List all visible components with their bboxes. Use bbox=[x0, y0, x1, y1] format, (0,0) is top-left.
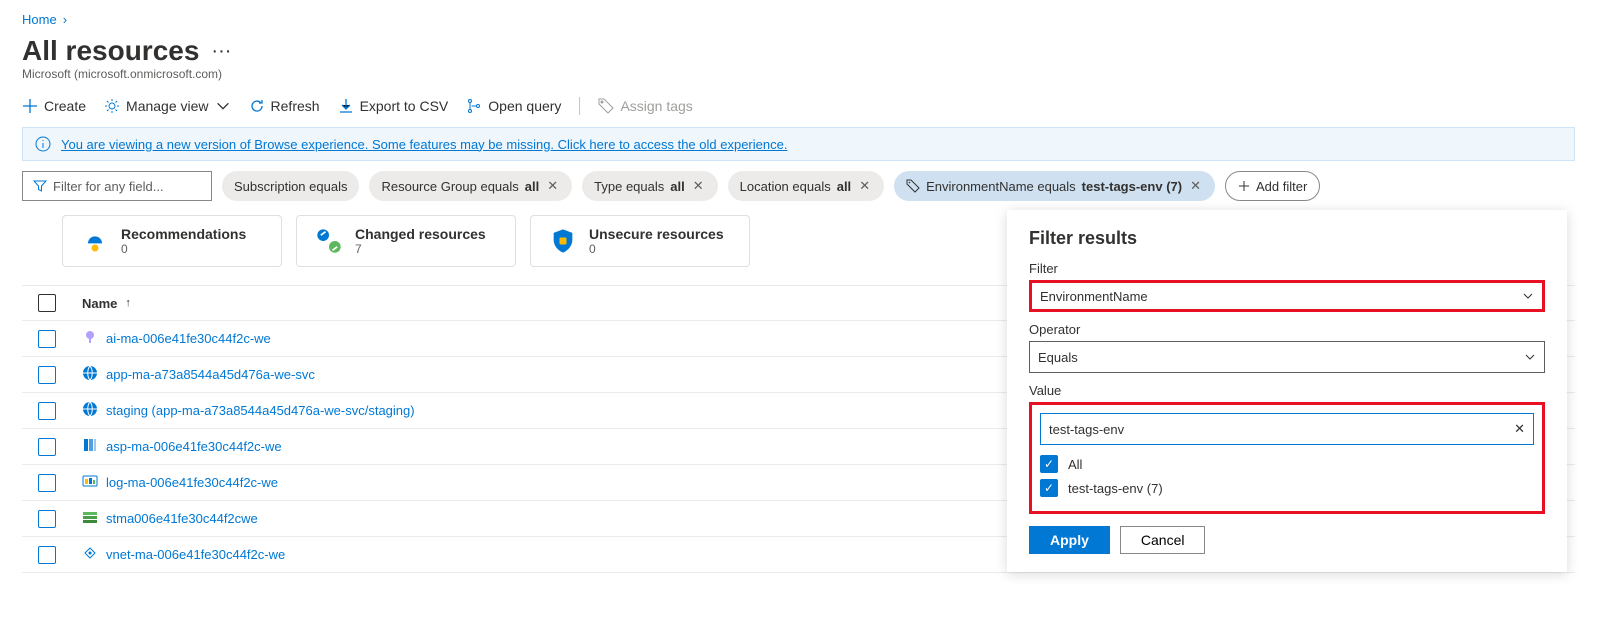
tag-icon bbox=[598, 98, 614, 114]
pill-resource-group[interactable]: Resource Group equals all✕ bbox=[369, 171, 572, 201]
value-input[interactable]: test-tags-env ✕ bbox=[1040, 413, 1534, 445]
tenant-label: Microsoft (microsoft.onmicrosoft.com) bbox=[22, 67, 1575, 81]
pill-environment-name[interactable]: EnvironmentName equals test-tags-env (7)… bbox=[894, 171, 1215, 201]
filter-select[interactable]: EnvironmentName bbox=[1029, 280, 1545, 312]
gear-icon bbox=[104, 98, 120, 114]
close-icon[interactable]: ✕ bbox=[857, 178, 872, 194]
chevron-down-icon bbox=[215, 98, 231, 114]
filter-row: Filter for any field... Subscription equ… bbox=[22, 171, 1575, 201]
filter-icon bbox=[33, 179, 47, 193]
resource-icon bbox=[82, 365, 98, 384]
tag-icon bbox=[906, 179, 920, 193]
refresh-button[interactable]: Refresh bbox=[249, 98, 320, 114]
filter-text-input[interactable]: Filter for any field... bbox=[22, 171, 212, 201]
add-filter-button[interactable]: Add filter bbox=[1225, 171, 1320, 201]
resource-icon bbox=[82, 545, 98, 564]
branch-icon bbox=[466, 98, 482, 114]
recommendations-icon bbox=[81, 227, 109, 255]
info-bar-link[interactable]: You are viewing a new version of Browse … bbox=[61, 137, 787, 152]
clear-icon[interactable]: ✕ bbox=[1514, 421, 1525, 437]
chevron-down-icon bbox=[1524, 351, 1536, 363]
row-checkbox[interactable] bbox=[38, 366, 56, 384]
resource-icon bbox=[82, 329, 98, 348]
pill-subscription[interactable]: Subscription equals bbox=[222, 171, 359, 201]
unsecure-icon bbox=[549, 227, 577, 255]
info-bar: You are viewing a new version of Browse … bbox=[22, 127, 1575, 161]
value-option-all[interactable]: ✓ All bbox=[1040, 455, 1534, 473]
row-checkbox[interactable] bbox=[38, 402, 56, 420]
chevron-down-icon bbox=[1522, 290, 1534, 302]
row-checkbox[interactable] bbox=[38, 546, 56, 564]
filter-results-popout: Filter results Filter EnvironmentName Op… bbox=[1007, 210, 1567, 572]
info-icon bbox=[35, 136, 51, 152]
create-button[interactable]: Create bbox=[22, 98, 86, 114]
popout-title: Filter results bbox=[1029, 228, 1545, 249]
more-icon[interactable]: ··· bbox=[207, 40, 235, 63]
refresh-icon bbox=[249, 98, 265, 114]
close-icon[interactable]: ✕ bbox=[1188, 178, 1203, 194]
resource-link[interactable]: ai-ma-006e41fe30c44f2c-we bbox=[106, 331, 271, 346]
pill-location[interactable]: Location equals all✕ bbox=[728, 171, 884, 201]
row-checkbox[interactable] bbox=[38, 510, 56, 528]
pill-type[interactable]: Type equals all✕ bbox=[582, 171, 717, 201]
page-title: All resources bbox=[22, 35, 199, 67]
plus-icon bbox=[22, 98, 38, 114]
resource-link[interactable]: staging (app-ma-a73a8544a45d476a-we-svc/… bbox=[106, 403, 415, 418]
row-checkbox[interactable] bbox=[38, 330, 56, 348]
chevron-right-icon: › bbox=[63, 12, 67, 27]
resource-icon bbox=[82, 509, 98, 528]
resource-icon bbox=[82, 401, 98, 420]
card-recommendations[interactable]: Recommendations0 bbox=[62, 215, 282, 267]
apply-button[interactable]: Apply bbox=[1029, 526, 1110, 554]
operator-select[interactable]: Equals bbox=[1029, 341, 1545, 373]
sort-asc-icon: ↑ bbox=[125, 297, 131, 309]
row-checkbox[interactable] bbox=[38, 438, 56, 456]
resource-icon bbox=[82, 473, 98, 492]
changed-icon bbox=[315, 227, 343, 255]
separator bbox=[579, 97, 580, 115]
open-query-button[interactable]: Open query bbox=[466, 98, 561, 114]
card-changed[interactable]: Changed resources7 bbox=[296, 215, 516, 267]
value-label: Value bbox=[1029, 383, 1545, 398]
manage-view-button[interactable]: Manage view bbox=[104, 98, 231, 114]
toolbar: Create Manage view Refresh Export to CSV… bbox=[22, 97, 1575, 115]
cancel-button[interactable]: Cancel bbox=[1120, 526, 1206, 554]
row-checkbox[interactable] bbox=[38, 474, 56, 492]
close-icon[interactable]: ✕ bbox=[545, 178, 560, 194]
select-all-checkbox[interactable] bbox=[38, 294, 56, 312]
export-csv-button[interactable]: Export to CSV bbox=[338, 98, 449, 114]
resource-icon bbox=[82, 437, 98, 456]
card-unsecure[interactable]: Unsecure resources0 bbox=[530, 215, 750, 267]
download-icon bbox=[338, 98, 354, 114]
plus-icon bbox=[1238, 180, 1250, 192]
assign-tags-button: Assign tags bbox=[598, 98, 692, 114]
filter-label: Filter bbox=[1029, 261, 1545, 276]
resource-link[interactable]: app-ma-a73a8544a45d476a-we-svc bbox=[106, 367, 315, 382]
checkbox-checked-icon: ✓ bbox=[1040, 479, 1058, 497]
close-icon[interactable]: ✕ bbox=[691, 178, 706, 194]
checkbox-checked-icon: ✓ bbox=[1040, 455, 1058, 473]
operator-label: Operator bbox=[1029, 322, 1545, 337]
resource-link[interactable]: vnet-ma-006e41fe30c44f2c-we bbox=[106, 547, 285, 562]
resource-link[interactable]: stma006e41fe30c44f2cwe bbox=[106, 511, 258, 526]
resource-link[interactable]: asp-ma-006e41fe30c44f2c-we bbox=[106, 439, 282, 454]
breadcrumb-home[interactable]: Home bbox=[22, 12, 57, 27]
breadcrumb: Home › bbox=[22, 12, 1575, 27]
resource-link[interactable]: log-ma-006e41fe30c44f2c-we bbox=[106, 475, 278, 490]
value-option-env[interactable]: ✓ test-tags-env (7) bbox=[1040, 479, 1534, 497]
